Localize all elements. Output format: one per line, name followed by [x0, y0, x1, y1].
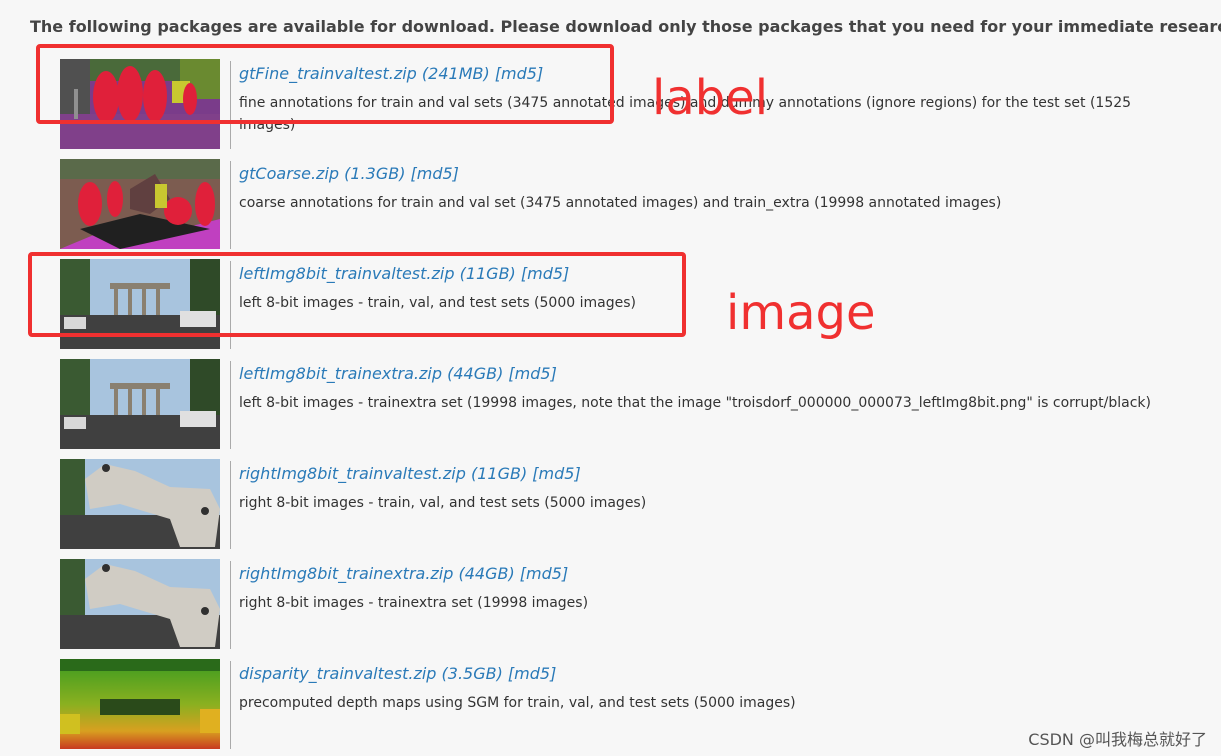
street-photo-thumbnail	[60, 359, 220, 449]
package-description: left 8-bit images - trainextra set (1999…	[239, 395, 1152, 411]
package-item-rightimg8bit-trainextra: rightImg8bit_trainextra.zip (44GB) [md5]…	[60, 559, 1200, 649]
depth-map-thumbnail	[60, 659, 220, 749]
image-annotation-text: image	[726, 285, 876, 341]
package-item-leftimg8bit-trainextra: leftImg8bit_trainextra.zip (44GB) [md5] …	[60, 359, 1200, 449]
watermark: CSDN @叫我梅总就好了	[1028, 730, 1207, 749]
package-description: coarse annotations for train and val set…	[239, 195, 1002, 211]
package-description: right 8-bit images - train, val, and tes…	[239, 495, 647, 511]
package-link-leftimg8bit-trainextra[interactable]: leftImg8bit_trainextra.zip (44GB) [md5]	[239, 364, 557, 383]
package-link-rightimg8bit-trainextra[interactable]: rightImg8bit_trainextra.zip (44GB) [md5]	[239, 564, 568, 583]
package-item-gtcoarse: gtCoarse.zip (1.3GB) [md5] coarse annota…	[60, 159, 1200, 249]
stereo-rig-photo-thumbnail	[60, 459, 220, 549]
divider	[230, 561, 231, 649]
divider	[230, 461, 231, 549]
stereo-rig-photo-thumbnail	[60, 559, 220, 649]
label-annotation-box	[36, 44, 614, 124]
image-annotation-box	[28, 252, 686, 337]
intro-text: The following packages are available for…	[30, 17, 1221, 36]
package-item-rightimg8bit-trainvaltest: rightImg8bit_trainvaltest.zip (11GB) [md…	[60, 459, 1200, 549]
package-description: precomputed depth maps using SGM for tra…	[239, 695, 796, 711]
package-description: right 8-bit images - trainextra set (199…	[239, 595, 589, 611]
label-annotation-text: label	[652, 70, 769, 126]
divider	[230, 661, 231, 749]
package-link-disparity[interactable]: disparity_trainvaltest.zip (3.5GB) [md5]	[239, 664, 556, 683]
package-link-gtcoarse[interactable]: gtCoarse.zip (1.3GB) [md5]	[239, 164, 459, 183]
divider	[230, 161, 231, 249]
label-thumbnail	[60, 159, 220, 249]
package-link-rightimg8bit-trainvaltest[interactable]: rightImg8bit_trainvaltest.zip (11GB) [md…	[239, 464, 581, 483]
divider	[230, 361, 231, 449]
